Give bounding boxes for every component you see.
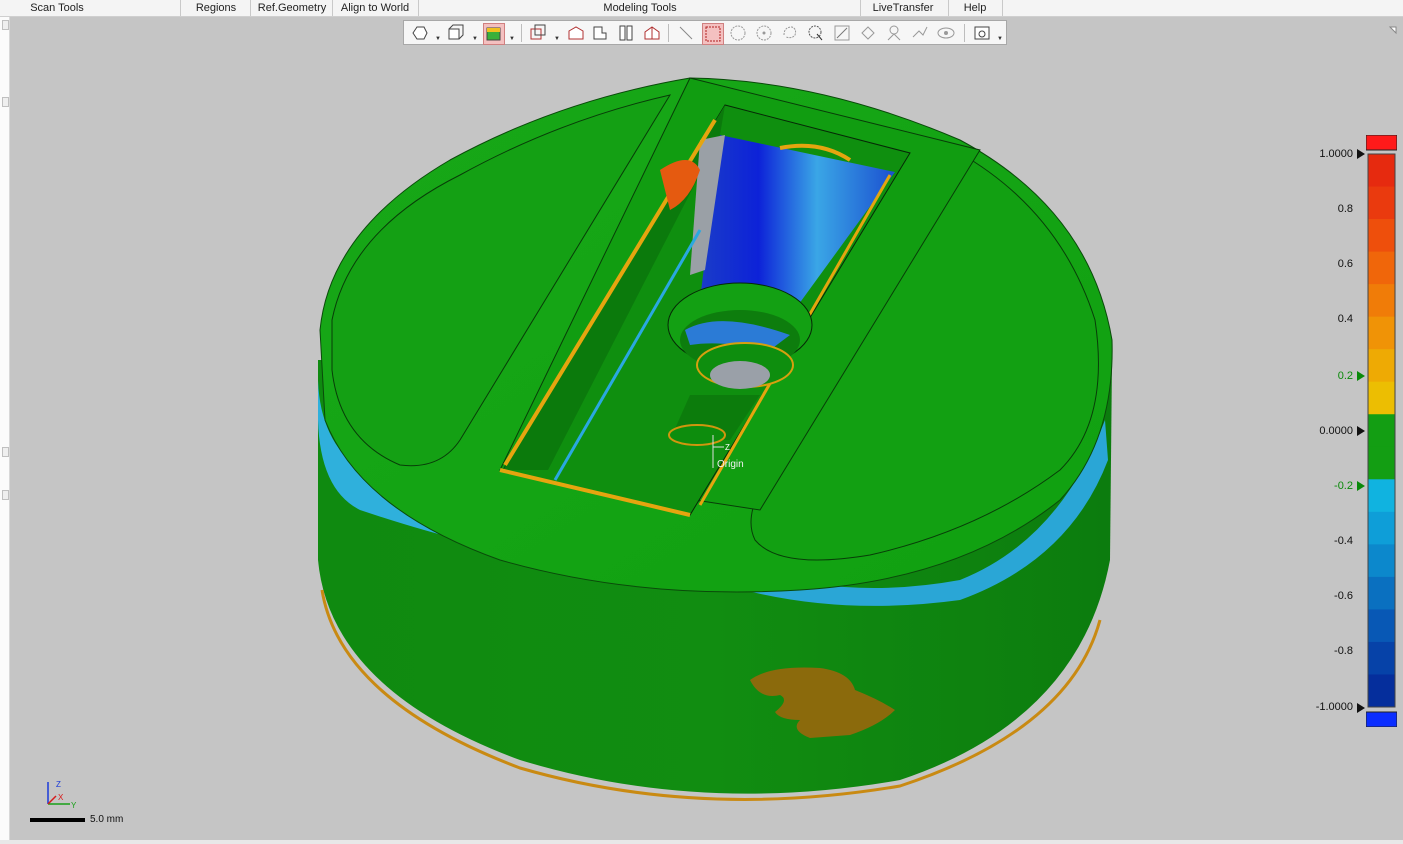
chevron-down-icon[interactable]: ▼ xyxy=(997,36,1003,42)
legend-marker-upper-tolerance xyxy=(1357,371,1365,381)
legend-swatch xyxy=(1368,219,1395,253)
line-select-icon[interactable] xyxy=(676,23,696,43)
legend-marker-lower-tolerance xyxy=(1357,481,1365,491)
legend-swatch xyxy=(1368,414,1395,448)
legend-swatch xyxy=(1368,154,1395,188)
legend-label-zero: 0.0000 xyxy=(1319,425,1353,437)
deviation-color-legend[interactable] xyxy=(1366,135,1397,727)
toolbar-separator xyxy=(668,24,669,42)
chevron-down-icon[interactable]: ▼ xyxy=(472,36,478,42)
top-view-icon[interactable] xyxy=(590,23,610,43)
legend-swatch xyxy=(1368,674,1395,708)
lasso-select-icon[interactable] xyxy=(780,23,800,43)
legend-swatch xyxy=(1368,576,1395,610)
triad-x-label: X xyxy=(58,793,64,802)
legend-swatch xyxy=(1368,479,1395,513)
deviation-color-icon[interactable] xyxy=(483,23,505,45)
hole-bore xyxy=(710,361,770,389)
snap-icon[interactable] xyxy=(884,23,904,43)
iso-view-icon[interactable] xyxy=(642,23,662,43)
viewport-resize-icon[interactable] xyxy=(1388,22,1398,35)
legend-label: -0.8 xyxy=(1334,645,1353,657)
legend-marker-zero xyxy=(1357,426,1365,436)
origin-label: Origin xyxy=(717,459,744,470)
legend-swatch xyxy=(1368,544,1395,578)
front-view-icon[interactable] xyxy=(566,23,586,43)
triad-y-label: Y xyxy=(71,801,77,810)
brush-select-icon[interactable] xyxy=(806,23,826,43)
legend-label: -0.4 xyxy=(1334,535,1353,547)
legend-swatch xyxy=(1368,511,1395,545)
chevron-down-icon[interactable]: ▼ xyxy=(435,36,441,42)
legend-label-lower-tolerance: -0.2 xyxy=(1334,480,1353,492)
scale-label: 5.0 mm xyxy=(90,814,124,825)
legend-label: 0.4 xyxy=(1337,313,1353,325)
view-toolbar: ▼ ▼ ▼ ▼ ▼ xyxy=(403,20,1007,45)
legend-swatch xyxy=(1368,316,1395,350)
legend-swatch xyxy=(1368,381,1395,415)
circle-select-icon[interactable] xyxy=(728,23,748,43)
solid-body-icon[interactable] xyxy=(410,23,430,43)
rotate-icon[interactable] xyxy=(858,23,878,43)
box-view-icon[interactable] xyxy=(446,23,466,43)
triad-z-label: Z xyxy=(56,780,61,789)
legend-label: 0.8 xyxy=(1337,203,1353,215)
display-options-icon[interactable] xyxy=(972,23,992,43)
legend-swatch xyxy=(1368,609,1395,643)
visibility-icon[interactable] xyxy=(936,23,956,43)
legend-marker-min xyxy=(1357,703,1365,713)
keyway-end xyxy=(668,424,726,446)
transfer-icon[interactable] xyxy=(910,23,930,43)
origin-axis-z-label: Z xyxy=(725,443,730,452)
toolbar-separator xyxy=(521,24,522,42)
rectangle-select-icon[interactable] xyxy=(702,23,724,45)
legend-over-range-swatch xyxy=(1366,135,1397,151)
scale-bar xyxy=(30,818,85,822)
legend-swatch xyxy=(1368,284,1395,318)
point-select-icon[interactable] xyxy=(754,23,774,43)
legend-markers xyxy=(1357,149,1365,713)
legend-swatch xyxy=(1368,251,1395,285)
legend-swatch xyxy=(1368,641,1395,675)
status-strip xyxy=(0,840,1403,844)
legend-label-min: -1.0000 xyxy=(1315,701,1353,713)
legend-label-max: 1.0000 xyxy=(1319,148,1353,160)
legend-label: -0.6 xyxy=(1334,590,1353,602)
chevron-down-icon[interactable]: ▼ xyxy=(554,36,560,42)
toolbar-separator xyxy=(964,24,965,42)
legend-under-range-swatch xyxy=(1366,711,1397,727)
edit-icon[interactable] xyxy=(832,23,852,43)
chevron-down-icon[interactable]: ▼ xyxy=(509,36,515,42)
side-view-icon[interactable] xyxy=(616,23,636,43)
deviation-model[interactable] xyxy=(0,0,1403,844)
legend-marker-max xyxy=(1357,149,1365,159)
legend-swatch xyxy=(1368,186,1395,220)
view-cube-icon[interactable] xyxy=(529,23,549,43)
legend-label: 0.6 xyxy=(1337,258,1353,270)
legend-swatch xyxy=(1368,349,1395,383)
legend-swatch xyxy=(1368,446,1395,480)
legend-label-upper-tolerance: 0.2 xyxy=(1337,370,1353,382)
